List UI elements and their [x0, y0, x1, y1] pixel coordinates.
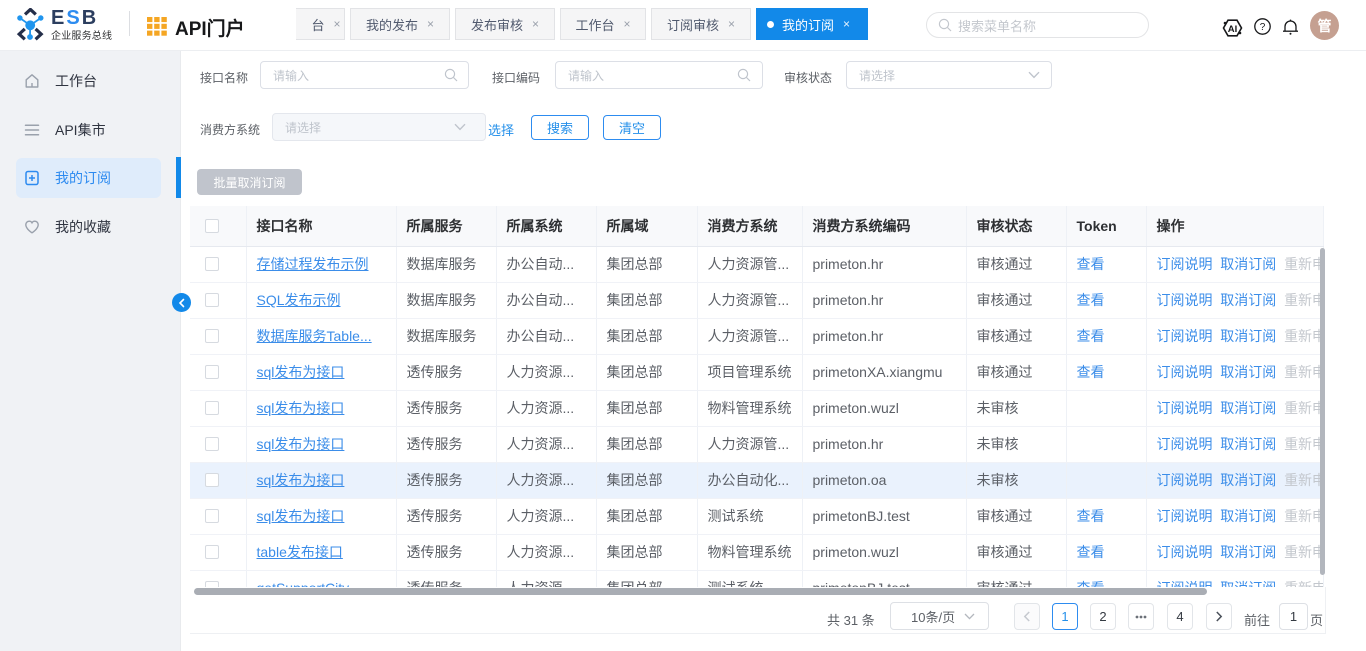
svg-text:AI: AI — [1228, 24, 1238, 35]
svg-text:?: ? — [1260, 22, 1266, 33]
